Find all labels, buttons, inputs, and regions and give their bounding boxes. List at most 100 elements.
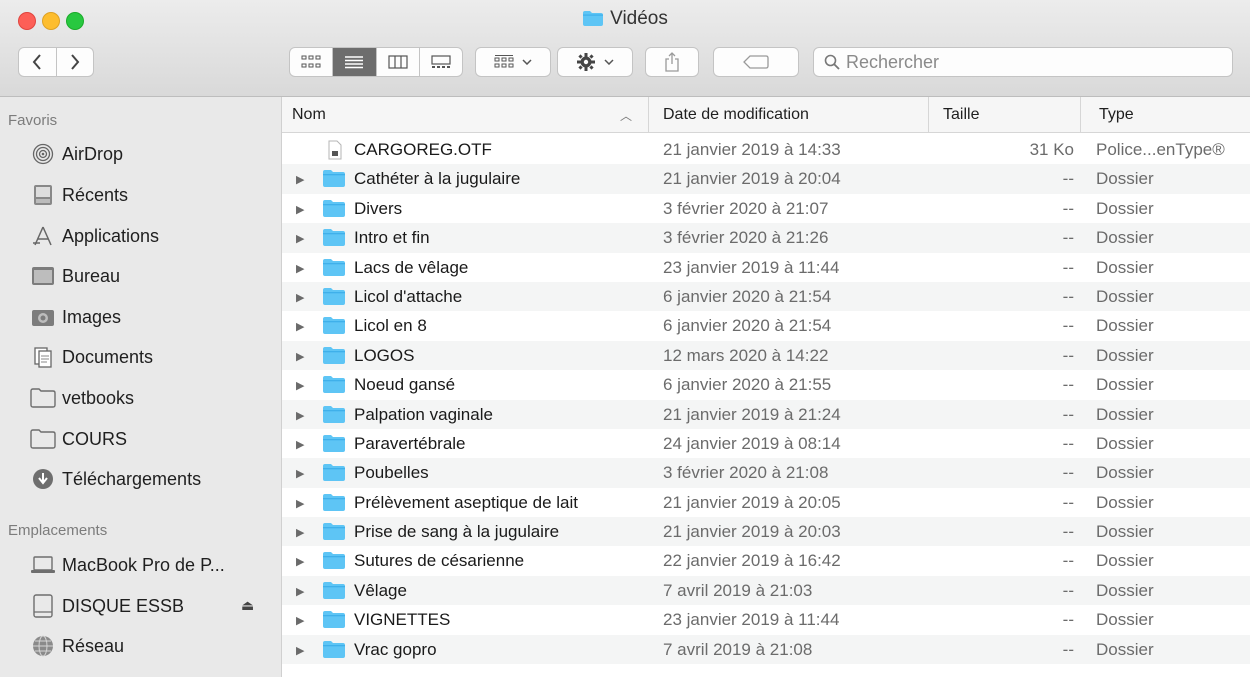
file-date: 3 février 2020 à 21:07 (663, 198, 829, 218)
sidebar-item-documents[interactable]: Documents (30, 342, 153, 372)
file-type: Dossier (1096, 433, 1154, 453)
disclosure-triangle-icon[interactable]: ▶ (296, 467, 304, 480)
sidebar-item-applications[interactable]: Applications (30, 221, 159, 251)
sidebar-item-downloads[interactable]: Téléchargements (30, 464, 201, 494)
sidebar-item-macbook[interactable]: MacBook Pro de P... (30, 550, 225, 580)
file-row[interactable]: CARGOREG.OTF 21 janvier 2019 à 14:33 31 Ko… (282, 135, 1250, 164)
disclosure-triangle-icon[interactable]: ▶ (296, 350, 304, 363)
column-header-type[interactable]: Type (1080, 97, 1250, 132)
disclosure-triangle-icon[interactable]: ▶ (296, 585, 304, 598)
file-row[interactable]: ▶ Licol en 8 6 janvier 2020 à 21:54 -- Dossi… (282, 311, 1250, 340)
toolbar: Vidéos Rechercher (0, 0, 1250, 97)
file-row[interactable]: ▶ Poubelles 3 février 2020 à 21:08 -- Dossie… (282, 458, 1250, 488)
disclosure-triangle-icon[interactable]: ▶ (296, 614, 304, 627)
icon-view-button[interactable] (290, 48, 332, 76)
disclosure-triangle-icon[interactable]: ▶ (296, 203, 304, 216)
share-button[interactable] (645, 47, 699, 77)
applications-icon (30, 224, 56, 248)
file-type: Dossier (1096, 639, 1154, 659)
file-date: 6 janvier 2020 à 21:55 (663, 375, 832, 395)
list-view-button[interactable] (332, 48, 376, 76)
gallery-view-button[interactable] (418, 48, 462, 76)
back-button[interactable] (19, 48, 56, 76)
folder-icon (322, 316, 346, 340)
sidebar-item-airdrop[interactable]: AirDrop (30, 139, 123, 169)
file-row[interactable]: ▶ Divers 3 février 2020 à 21:07 -- Dossier (282, 194, 1250, 223)
file-row[interactable]: ▶ Vrac gopro 7 avril 2019 à 21:08 -- Dossier (282, 634, 1250, 665)
disclosure-triangle-icon[interactable]: ▶ (296, 173, 304, 186)
file-size: -- (1062, 463, 1074, 483)
sidebar-item-network[interactable]: Réseau (30, 631, 124, 661)
file-date: 3 février 2020 à 21:08 (663, 463, 829, 483)
sidebar-item-images[interactable]: Images (30, 302, 121, 332)
file-row[interactable]: ▶ Intro et fin 3 février 2020 à 21:26 -- Dos… (282, 223, 1250, 253)
file-row[interactable]: ▶ Palpation vaginale 21 janvier 2019 à 21:… (282, 399, 1250, 429)
file-row[interactable]: ▶ Licol d'attache 6 janvier 2020 à 21:54 --… (282, 281, 1250, 312)
desktop-icon (30, 264, 56, 288)
file-row[interactable]: ▶ Prélèvement aseptique de lait 21 janvier… (282, 488, 1250, 517)
tags-button[interactable] (713, 47, 799, 77)
sidebar-item-cours[interactable]: COURS (30, 424, 127, 454)
disclosure-triangle-icon[interactable]: ▶ (296, 262, 304, 275)
file-type: Dossier (1096, 316, 1154, 336)
navigation-buttons (18, 47, 94, 77)
column-header-name[interactable]: Nom (292, 97, 647, 132)
sidebar-item-recents[interactable]: Récents (30, 180, 128, 210)
column-view-button[interactable] (375, 48, 419, 76)
search-icon (824, 54, 840, 70)
disclosure-triangle-icon[interactable]: ▶ (296, 320, 304, 333)
view-mode-selector (289, 47, 463, 77)
file-row[interactable]: ▶ Lacs de vêlage 23 janvier 2019 à 11:44 --… (282, 253, 1250, 282)
gallery-icon (431, 55, 451, 68)
sidebar-item-desktop[interactable]: Bureau (30, 261, 120, 291)
file-size: -- (1062, 316, 1074, 336)
file-row[interactable]: ▶ Vêlage 7 avril 2019 à 21:03 -- Dossier (282, 575, 1250, 606)
search-field[interactable]: Rechercher (813, 47, 1233, 77)
column-header-date[interactable]: Date de modification (648, 97, 928, 132)
sidebar-item-vetbooks[interactable]: vetbooks (30, 383, 134, 413)
file-type: Police...enType® (1096, 140, 1225, 159)
file-row[interactable]: ▶ Noeud gansé 6 janvier 2020 à 21:55 -- Doss… (282, 370, 1250, 399)
sidebar-item-disque-essb[interactable]: DISQUE ESSB (30, 591, 184, 621)
disclosure-triangle-icon[interactable]: ▶ (296, 409, 304, 422)
group-by-button[interactable] (475, 47, 551, 77)
action-menu-button[interactable] (557, 47, 633, 77)
font-file-icon (322, 140, 346, 165)
window-title: Vidéos (0, 8, 1250, 33)
file-row[interactable]: ▶ Cathéter à la jugulaire 21 janvier 2019 … (282, 164, 1250, 194)
file-row[interactable]: ▶ Prise de sang à la jugulaire 21 janvier … (282, 517, 1250, 547)
sidebar-item-label: Applications (62, 225, 160, 246)
file-row[interactable]: ▶ LOGOS 12 mars 2020 à 14:22 -- Dossier (282, 340, 1250, 371)
file-size: 31 Ko (1029, 140, 1074, 159)
file-row[interactable]: ▶ Paravertébrale 24 janvier 2019 à 08:14 --… (282, 429, 1250, 458)
file-row[interactable]: ▶ VIGNETTES 23 janvier 2019 à 11:44 -- Dossi… (282, 605, 1250, 634)
file-size: -- (1062, 169, 1074, 189)
file-size: -- (1062, 433, 1074, 453)
column-header-size[interactable]: Taille (928, 97, 1080, 132)
file-date: 21 janvier 2019 à 20:03 (663, 522, 841, 542)
share-icon (665, 52, 679, 72)
folder-icon (322, 434, 346, 458)
file-row[interactable]: ▶ Sutures de césarienne 22 janvier 2019 à … (282, 546, 1250, 575)
disclosure-triangle-icon[interactable]: ▶ (296, 438, 304, 451)
disclosure-triangle-icon[interactable]: ▶ (296, 232, 304, 245)
folder-icon (322, 405, 346, 429)
file-name: Licol en 8 (354, 316, 427, 336)
disclosure-triangle-icon[interactable]: ▶ (296, 379, 304, 392)
file-name: VIGNETTES (354, 610, 451, 630)
folder-icon (322, 258, 346, 282)
sidebar-item-label: Bureau (62, 265, 121, 286)
disclosure-triangle-icon[interactable]: ▶ (296, 497, 304, 510)
folder-icon (322, 581, 346, 605)
file-date: 7 avril 2019 à 21:08 (663, 639, 813, 659)
disclosure-triangle-icon[interactable]: ▶ (296, 644, 304, 657)
window-title-text: Vidéos (610, 8, 668, 29)
forward-button[interactable] (55, 48, 94, 76)
disclosure-triangle-icon[interactable]: ▶ (296, 526, 304, 539)
eject-icon[interactable]: ⏏ (241, 597, 254, 614)
disclosure-triangle-icon[interactable]: ▶ (296, 555, 304, 568)
tag-icon (743, 55, 769, 69)
file-size: -- (1062, 198, 1074, 218)
disclosure-triangle-icon[interactable]: ▶ (296, 291, 304, 304)
folder-icon (322, 375, 346, 399)
